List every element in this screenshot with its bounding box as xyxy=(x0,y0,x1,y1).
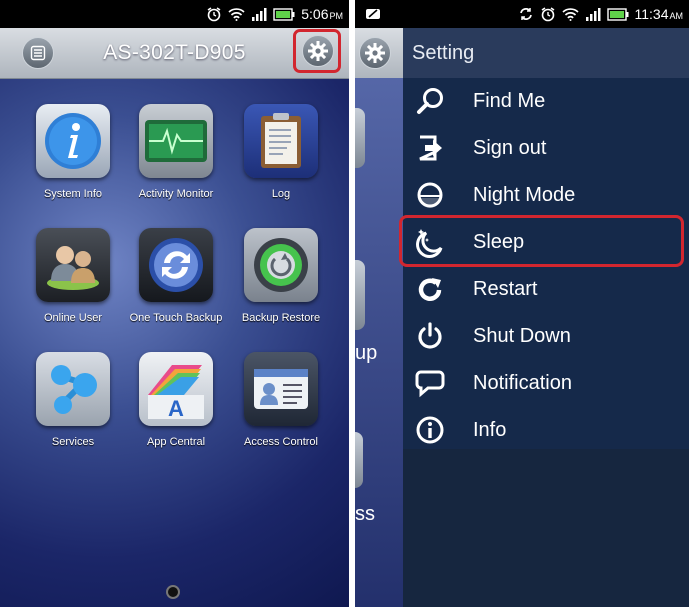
users-icon xyxy=(47,246,99,290)
app-one-touch-backup[interactable]: One Touch Backup xyxy=(126,228,226,324)
peek-label: ss xyxy=(355,503,375,525)
sync-status-icon xyxy=(519,8,532,20)
menu-item-sign-out[interactable]: Sign out xyxy=(403,125,689,171)
menu-item-restart[interactable]: Restart xyxy=(403,266,689,312)
app-central-icon: A xyxy=(148,365,204,421)
power-icon xyxy=(418,322,442,349)
right-screen: 11:34AM up ss Setting Find Me Sign out N… xyxy=(355,0,689,607)
alarm-icon xyxy=(541,7,554,22)
app-system-info[interactable]: System Info xyxy=(23,104,123,200)
menu-item-find-me[interactable]: Find Me xyxy=(403,78,689,124)
restart-icon xyxy=(418,278,442,301)
menu-item-notification[interactable]: Notification xyxy=(403,360,689,406)
alarm-icon xyxy=(207,7,221,22)
status-bar: 5:06PM xyxy=(0,0,349,28)
app-backup-restore[interactable]: Backup Restore xyxy=(231,228,331,324)
restore-icon xyxy=(254,238,308,292)
app-access-control[interactable]: Access Control xyxy=(231,352,331,448)
search-icon xyxy=(417,88,443,114)
settings-button[interactable] xyxy=(359,37,391,69)
night-mode-icon xyxy=(417,182,443,208)
menu-item-shut-down[interactable]: Shut Down xyxy=(403,313,689,359)
status-bar: 11:34AM xyxy=(355,0,689,28)
battery-icon xyxy=(273,7,295,21)
heartbeat-monitor-icon xyxy=(145,120,207,162)
services-molecule-icon xyxy=(51,365,97,414)
underlying-screen-peek: up ss xyxy=(355,28,403,607)
id-card-icon xyxy=(254,369,308,409)
app-services[interactable]: Services xyxy=(23,352,123,448)
menu-title: Setting xyxy=(403,28,689,78)
menu-item-night-mode[interactable]: Night Mode xyxy=(403,172,689,218)
app-activity-monitor[interactable]: Activity Monitor xyxy=(126,104,226,200)
app-log[interactable]: Log xyxy=(231,104,331,200)
clipboard-log-icon xyxy=(261,113,301,168)
speech-bubble-icon xyxy=(415,370,445,398)
wifi-icon xyxy=(561,8,579,21)
info-icon xyxy=(45,113,101,169)
wifi-icon xyxy=(228,8,245,21)
peek-label: up xyxy=(355,342,378,364)
menu-item-info[interactable]: Info xyxy=(403,407,689,453)
sign-out-icon xyxy=(419,135,442,161)
sync-icon xyxy=(149,238,203,292)
status-time: 11:34AM xyxy=(634,6,684,22)
settings-button-highlight xyxy=(293,29,341,73)
signal-icon xyxy=(585,8,600,21)
sleep-highlight xyxy=(399,215,684,267)
app-app-central[interactable]: A App Central xyxy=(126,352,226,448)
left-screen: 5:06PM AS-302T-D905 System Info Activity… xyxy=(0,0,349,607)
gear-icon xyxy=(365,43,385,63)
menu-empty-area xyxy=(403,449,689,607)
page-indicator xyxy=(166,585,180,599)
notification-icon xyxy=(366,9,380,19)
info-circle-icon xyxy=(416,416,444,444)
battery-icon xyxy=(606,7,628,21)
signal-icon xyxy=(252,8,267,21)
svg-text:A: A xyxy=(168,396,184,421)
status-time: 5:06PM xyxy=(301,6,343,22)
app-online-user[interactable]: Online User xyxy=(23,228,123,324)
